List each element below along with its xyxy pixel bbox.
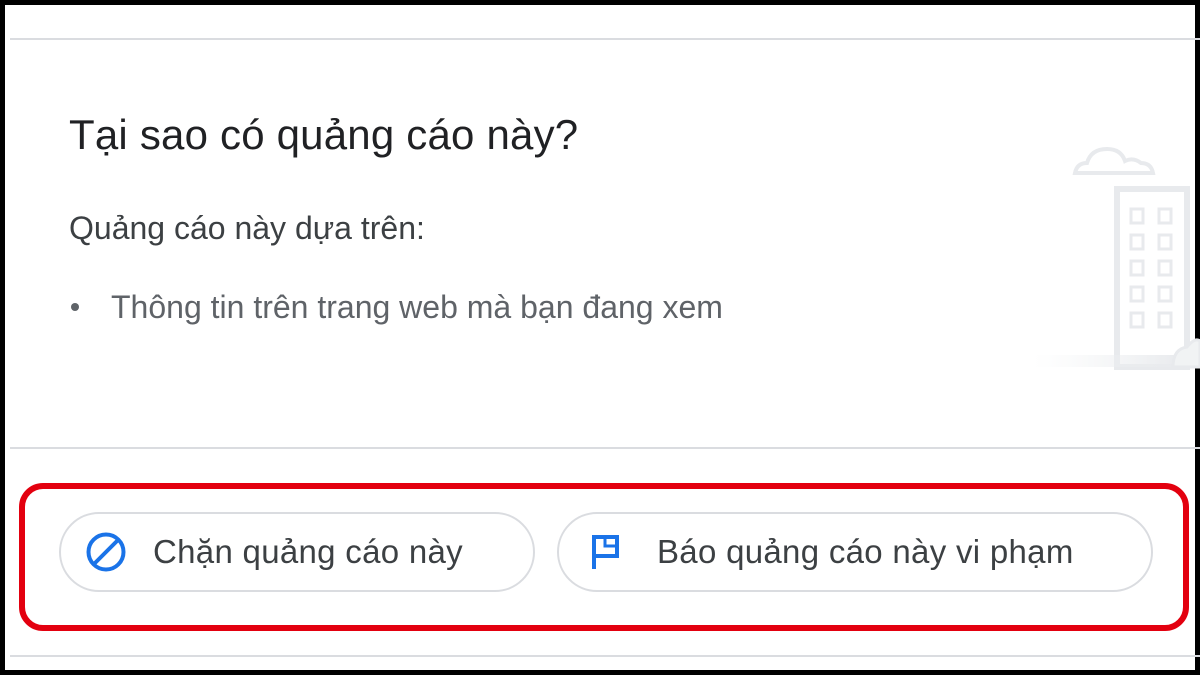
highlight-annotation xyxy=(19,483,1189,631)
bullet-icon xyxy=(71,303,79,311)
reason-text: Thông tin trên trang web mà bạn đang xem xyxy=(111,288,723,325)
panel-subtitle: Quảng cáo này dựa trên: xyxy=(69,210,425,246)
reason-list-item: Thông tin trên trang web mà bạn đang xem xyxy=(69,287,723,327)
building-illustration-icon xyxy=(1033,146,1200,370)
actions-divider xyxy=(10,447,1200,449)
ad-info-panel: Tại sao có quảng cáo này? Quảng cáo này … xyxy=(0,0,1200,675)
bottom-divider xyxy=(10,655,1200,657)
top-divider xyxy=(10,38,1200,40)
panel-title: Tại sao có quảng cáo này? xyxy=(69,111,579,158)
